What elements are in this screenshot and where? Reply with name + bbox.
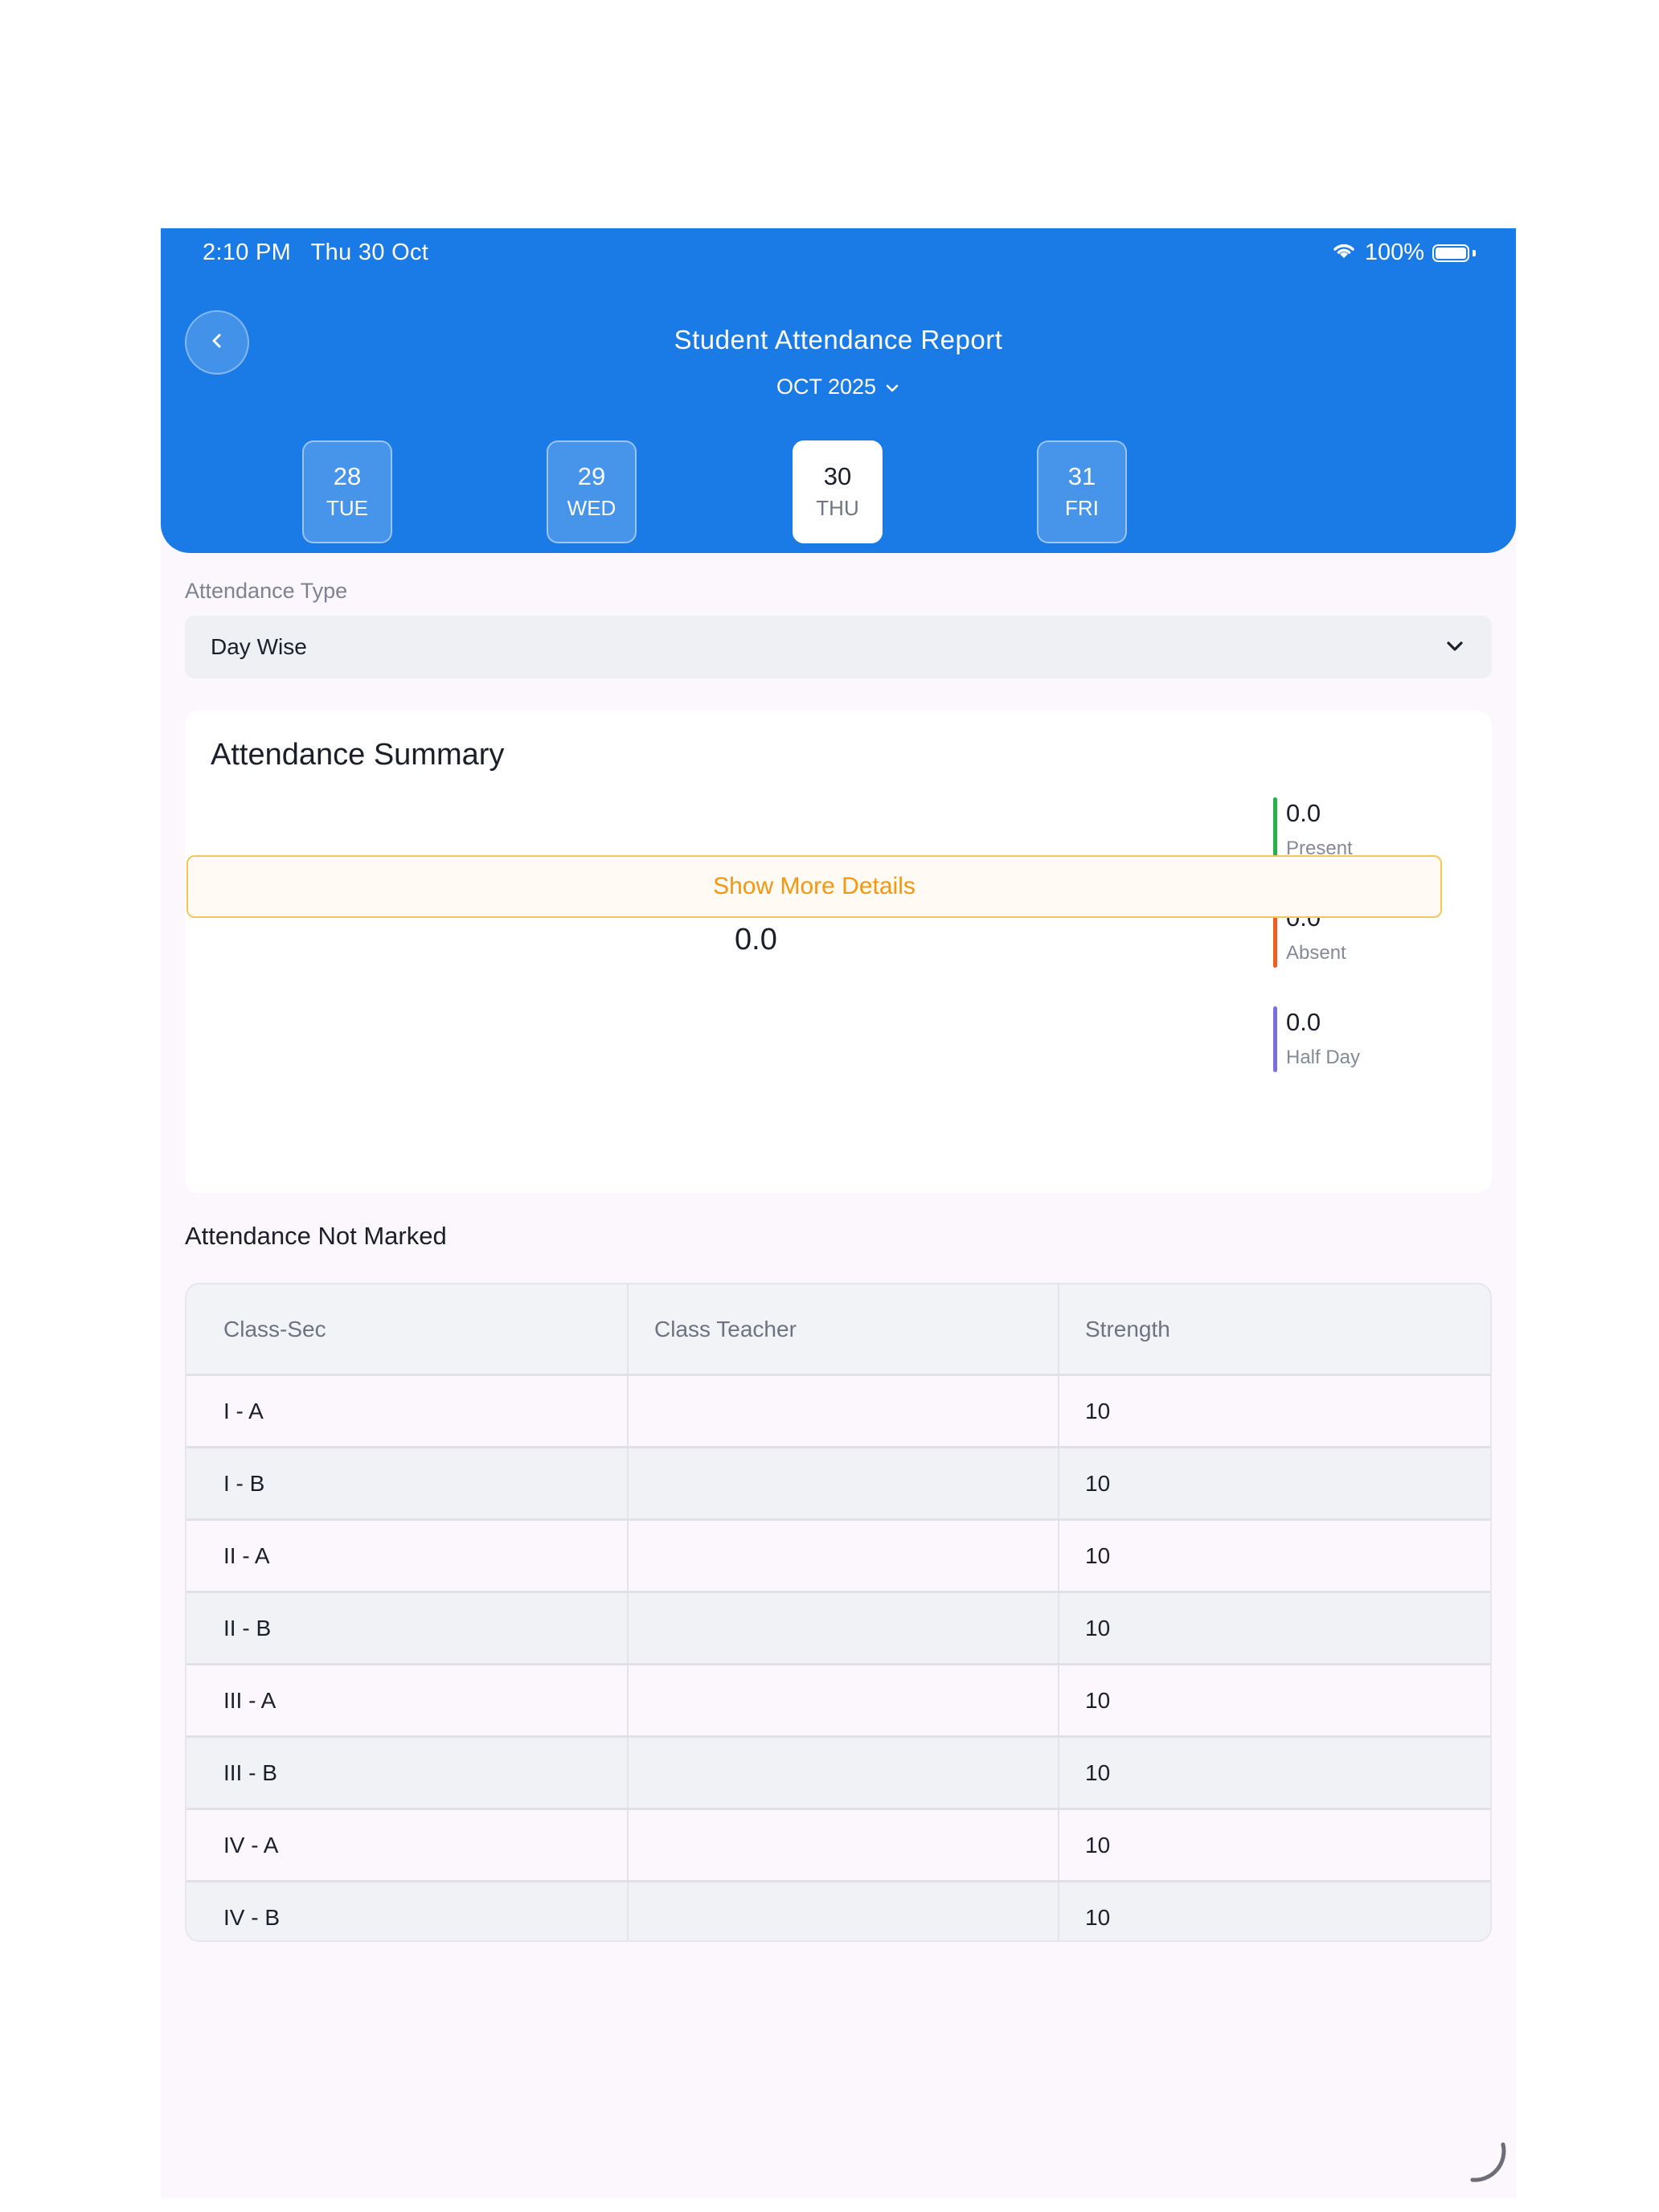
cell-strength: 10 <box>1085 1904 1111 1930</box>
cell-class-teacher <box>629 1521 1059 1591</box>
day-chip-28[interactable]: 28 TUE <box>302 440 392 543</box>
cell-class-sec: I - B <box>186 1448 629 1518</box>
day-number: 28 <box>333 462 362 490</box>
cell-strength: 10 <box>1085 1542 1111 1568</box>
chevron-down-icon <box>1444 634 1466 660</box>
month-selector[interactable]: OCT 2025 <box>161 375 1516 399</box>
cell-class-teacher <box>629 1376 1059 1446</box>
legend-value: 0.0 <box>1286 799 1321 827</box>
cell-class-teacher <box>629 1593 1059 1663</box>
column-header-class-teacher: Class Teacher <box>629 1284 1059 1374</box>
table-row[interactable]: I - B 10 <box>186 1448 1490 1521</box>
battery-tip <box>1473 249 1476 256</box>
legend-label: Absent <box>1286 942 1346 964</box>
attendance-type-label: Attendance Type <box>185 579 348 603</box>
cell-strength: 10 <box>1085 1759 1111 1785</box>
app-screen: 2:10 PM Thu 30 Oct 100% Student Attendan… <box>161 228 1516 2198</box>
wifi-icon <box>1331 240 1357 266</box>
header: 2:10 PM Thu 30 Oct 100% Student Attendan… <box>161 228 1516 553</box>
chevron-down-icon <box>884 375 900 399</box>
not-marked-table[interactable]: Class-Sec Class Teacher Strength I - A 1… <box>185 1283 1492 1942</box>
day-number: 29 <box>577 462 606 490</box>
page-title: Student Attendance Report <box>674 325 1003 354</box>
day-weekday: WED <box>567 496 616 520</box>
not-marked-title: Attendance Not Marked <box>185 1222 447 1250</box>
cell-class-sec: IV - B <box>186 1882 629 1940</box>
cell-class-teacher <box>629 1448 1059 1518</box>
attendance-type-dropdown[interactable]: Day Wise <box>185 616 1492 678</box>
table-row[interactable]: IV - A 10 <box>186 1810 1490 1882</box>
cell-class-teacher <box>629 1810 1059 1880</box>
cell-class-sec: I - A <box>186 1376 629 1446</box>
cell-class-sec: III - A <box>186 1665 629 1735</box>
loading-spinner-icon <box>1464 2138 1513 2190</box>
cell-class-sec: II - A <box>186 1521 629 1591</box>
status-time: 2:10 PM Thu 30 Oct <box>203 240 428 266</box>
month-label: OCT 2025 <box>776 375 877 399</box>
cell-strength: 10 <box>1085 1615 1111 1641</box>
table-row[interactable]: III - B 10 <box>186 1738 1490 1810</box>
cell-strength: 10 <box>1085 1470 1111 1496</box>
table-row[interactable]: I - A 10 <box>186 1376 1490 1448</box>
cell-strength: 10 <box>1085 1832 1111 1858</box>
day-chip-31[interactable]: 31 FRI <box>1037 440 1127 543</box>
status-indicators: 100% <box>1331 240 1476 266</box>
table-header-row: Class-Sec Class Teacher Strength <box>186 1284 1490 1376</box>
day-weekday: FRI <box>1065 496 1099 520</box>
cell-class-sec: III - B <box>186 1738 629 1808</box>
column-header-class-sec: Class-Sec <box>186 1284 629 1374</box>
day-chip-29[interactable]: 29 WED <box>547 440 637 543</box>
day-weekday: THU <box>816 496 859 520</box>
battery-percent: 100% <box>1364 240 1424 265</box>
day-chip-30-selected[interactable]: 30 THU <box>793 440 883 543</box>
show-more-details-button[interactable]: Show More Details <box>186 855 1442 918</box>
cell-class-teacher <box>629 1738 1059 1808</box>
summary-total: 0.0 <box>735 923 777 956</box>
cell-class-sec: II - B <box>186 1593 629 1663</box>
table-row[interactable]: II - B 10 <box>186 1593 1490 1665</box>
cell-class-sec: IV - A <box>186 1810 629 1880</box>
table-row[interactable]: IV - B 10 <box>186 1882 1490 1940</box>
attendance-type-value: Day Wise <box>211 634 307 659</box>
cell-class-teacher <box>629 1665 1059 1735</box>
attendance-summary-card: Attendance Summary 0.0 0.0 Present 0.0 A… <box>185 711 1492 1193</box>
day-number: 31 <box>1067 462 1096 490</box>
table-row[interactable]: III - A 10 <box>186 1665 1490 1738</box>
day-number: 30 <box>823 462 852 490</box>
battery-icon <box>1432 244 1469 262</box>
day-weekday: TUE <box>326 496 368 520</box>
table-row[interactable]: II - A 10 <box>186 1521 1490 1593</box>
cell-strength: 10 <box>1085 1398 1111 1423</box>
cell-strength: 10 <box>1085 1687 1111 1713</box>
cell-class-teacher <box>629 1882 1059 1940</box>
legend-bar <box>1273 1006 1277 1072</box>
status-date: Thu 30 Oct <box>310 240 429 265</box>
summary-title: Attendance Summary <box>211 738 505 772</box>
status-clock: 2:10 PM <box>203 240 292 265</box>
legend-value: 0.0 <box>1286 1008 1321 1036</box>
column-header-strength: Strength <box>1085 1316 1170 1342</box>
legend-label: Half Day <box>1286 1047 1361 1068</box>
legend-bar <box>1273 797 1277 863</box>
